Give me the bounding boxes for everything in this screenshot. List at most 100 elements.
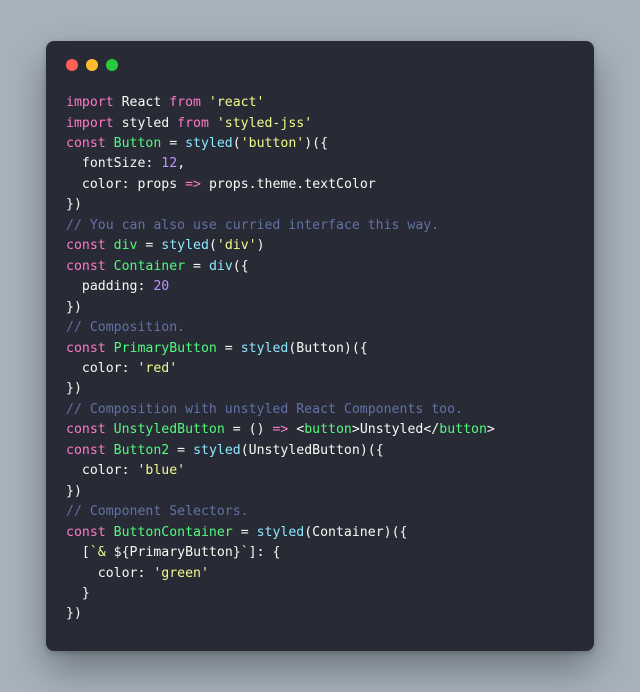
code-token: = <box>145 238 161 253</box>
code-line: }) <box>66 300 82 315</box>
code-token: styled <box>193 443 241 458</box>
code-token: ({ <box>233 259 249 274</box>
code-token: color <box>66 361 122 376</box>
code-token: ${ <box>114 545 130 560</box>
code-line: import React from 'react' <box>66 95 265 110</box>
code-token: </ <box>423 422 439 437</box>
code-token: const <box>66 525 114 540</box>
code-token: 12 <box>161 156 177 171</box>
code-token: styled <box>241 341 289 356</box>
code-token: : <box>137 566 153 581</box>
code-token: `& <box>90 545 114 560</box>
code-token: )({ <box>360 443 384 458</box>
code-line: // Composition with unstyled React Compo… <box>66 402 463 417</box>
code-token: // Component Selectors. <box>66 504 249 519</box>
code-block: import React from 'react' import styled … <box>66 93 574 625</box>
code-token: color <box>66 566 137 581</box>
code-token: from <box>177 116 217 131</box>
code-token: ButtonContainer <box>114 525 241 540</box>
code-token: }) <box>66 300 82 315</box>
code-token: props <box>137 177 185 192</box>
code-token: 'button' <box>241 136 305 151</box>
code-token: 'styled-jss' <box>217 116 312 131</box>
code-token: } <box>233 545 241 560</box>
code-token: const <box>66 443 114 458</box>
code-token: ) <box>257 238 265 253</box>
code-token: = <box>225 341 241 356</box>
code-line: }) <box>66 606 82 621</box>
code-token: 'green' <box>153 566 209 581</box>
code-token: color <box>66 177 122 192</box>
code-token: const <box>66 136 114 151</box>
code-token: // You can also use curried interface th… <box>66 218 439 233</box>
traffic-lights <box>66 59 574 71</box>
code-token: 'react' <box>209 95 265 110</box>
code-token: PrimaryButton <box>114 341 225 356</box>
code-token: React <box>122 95 170 110</box>
code-token: Unstyled <box>360 422 424 437</box>
code-token: > <box>487 422 495 437</box>
code-token: Button2 <box>114 443 178 458</box>
code-token: . <box>249 177 257 192</box>
code-line: const PrimaryButton = styled(Button)({ <box>66 341 368 356</box>
code-token: = <box>169 136 185 151</box>
code-line: // You can also use curried interface th… <box>66 218 439 233</box>
code-token: // Composition with unstyled React Compo… <box>66 402 463 417</box>
code-token: const <box>66 259 114 274</box>
code-line: fontSize: 12, <box>66 156 185 171</box>
code-token: padding <box>66 279 137 294</box>
code-line: color: props => props.theme.textColor <box>66 177 376 192</box>
code-token: div <box>209 259 233 274</box>
code-token: = <box>233 422 249 437</box>
code-token: , <box>177 156 185 171</box>
code-token: div <box>114 238 146 253</box>
code-token: : <box>122 177 138 192</box>
code-token: import <box>66 116 122 131</box>
code-token: )({ <box>384 525 408 540</box>
code-token: UnstyledButton <box>249 443 360 458</box>
code-token: }) <box>66 197 82 212</box>
minimize-icon[interactable] <box>86 59 98 71</box>
code-token: }) <box>66 484 82 499</box>
code-line: [`& ${PrimaryButton}`]: { <box>66 545 280 560</box>
code-token: = <box>193 259 209 274</box>
code-token: PrimaryButton <box>130 545 233 560</box>
code-token: Container <box>312 525 383 540</box>
code-token: ( <box>209 238 217 253</box>
code-token: button <box>304 422 352 437</box>
code-token: }) <box>66 606 82 621</box>
code-token: UnstyledButton <box>114 422 233 437</box>
code-token: Container <box>114 259 193 274</box>
code-token: styled <box>161 238 209 253</box>
code-token: : <box>122 463 138 478</box>
code-token: const <box>66 422 114 437</box>
code-token: styled <box>185 136 233 151</box>
code-line: const UnstyledButton = () => <button>Uns… <box>66 422 495 437</box>
code-line: color: 'green' <box>66 566 209 581</box>
code-line: import styled from 'styled-jss' <box>66 116 312 131</box>
code-token: : <box>137 279 153 294</box>
code-token: Button <box>296 341 344 356</box>
code-token: : <box>122 361 138 376</box>
code-token: > <box>352 422 360 437</box>
code-line: // Composition. <box>66 320 185 335</box>
code-token: styled <box>122 116 178 131</box>
code-token: color <box>66 463 122 478</box>
code-token: theme <box>257 177 297 192</box>
code-token: } <box>66 586 90 601</box>
code-token: props <box>209 177 249 192</box>
code-token: ( <box>241 443 249 458</box>
zoom-icon[interactable] <box>106 59 118 71</box>
code-token: const <box>66 238 114 253</box>
code-line: color: 'blue' <box>66 463 185 478</box>
close-icon[interactable] <box>66 59 78 71</box>
code-line: color: 'red' <box>66 361 177 376</box>
code-token: 'red' <box>137 361 177 376</box>
code-token: ( <box>233 136 241 151</box>
code-line: }) <box>66 381 82 396</box>
code-token: => <box>185 177 209 192</box>
code-token: from <box>169 95 209 110</box>
code-line: const Button = styled('button')({ <box>66 136 328 151</box>
code-token: 20 <box>153 279 169 294</box>
code-line: } <box>66 586 90 601</box>
